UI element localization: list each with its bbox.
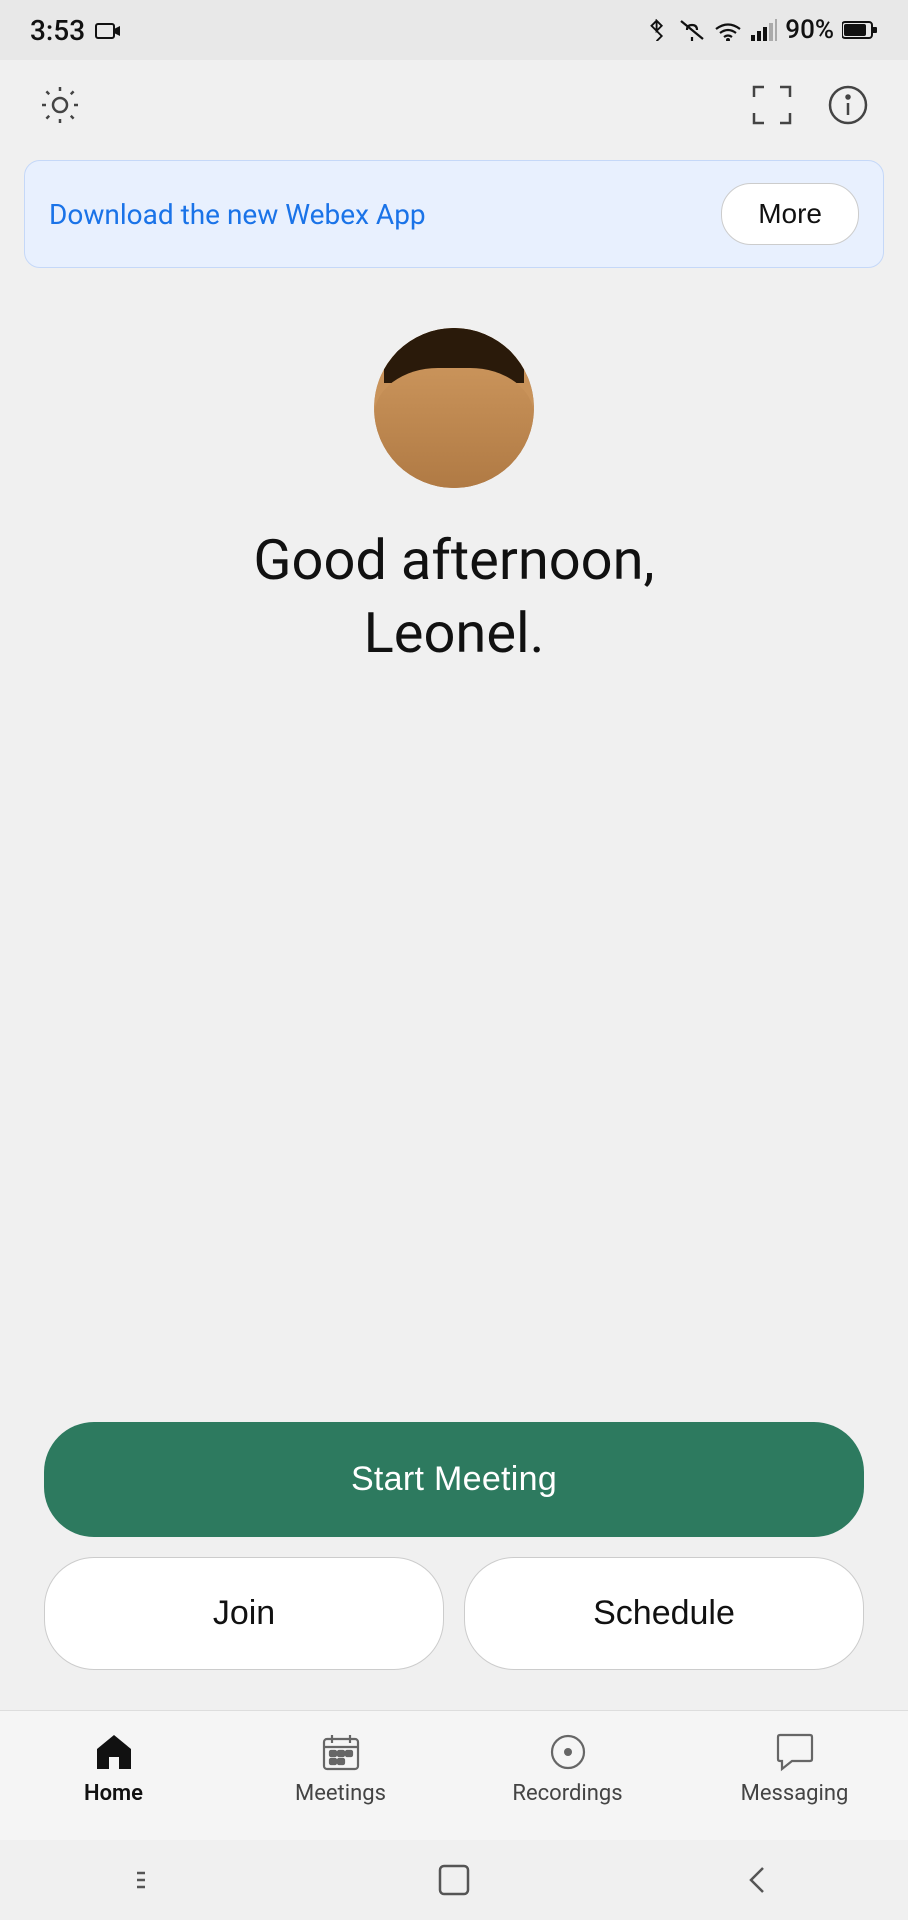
greeting: Good afternoon, Leonel. bbox=[253, 524, 654, 670]
main-content: Good afternoon, Leonel. Start Meeting Jo… bbox=[0, 288, 908, 1710]
avatar-container bbox=[374, 328, 534, 488]
greeting-line1: Good afternoon, bbox=[253, 524, 654, 597]
meetings-icon bbox=[318, 1729, 364, 1775]
status-icons-right: 90% bbox=[643, 15, 878, 45]
avatar bbox=[374, 328, 534, 488]
schedule-button[interactable]: Schedule bbox=[464, 1557, 864, 1670]
home-icon bbox=[91, 1729, 137, 1775]
avatar-face bbox=[374, 328, 534, 488]
nav-item-home[interactable]: Home bbox=[0, 1725, 227, 1810]
action-buttons: Start Meeting Join Schedule bbox=[30, 1422, 878, 1670]
home-button[interactable] bbox=[434, 1860, 474, 1900]
nav-item-recordings[interactable]: Recordings bbox=[454, 1725, 681, 1810]
banner-text: Download the new Webex App bbox=[49, 198, 426, 231]
status-time: 3:53 bbox=[30, 14, 121, 47]
back-button[interactable] bbox=[737, 1860, 777, 1900]
gear-icon bbox=[38, 83, 82, 127]
recordings-icon bbox=[545, 1729, 591, 1775]
join-button[interactable]: Join bbox=[44, 1557, 444, 1670]
nav-label-recordings: Recordings bbox=[512, 1781, 622, 1806]
mute-icon bbox=[679, 19, 705, 41]
battery-percent: 90% bbox=[785, 15, 834, 45]
nav-label-meetings: Meetings bbox=[295, 1781, 386, 1806]
scan-button[interactable] bbox=[742, 75, 802, 135]
info-icon bbox=[826, 83, 870, 127]
scan-icon bbox=[750, 83, 794, 127]
nav-label-messaging: Messaging bbox=[741, 1781, 849, 1806]
start-meeting-button[interactable]: Start Meeting bbox=[44, 1422, 864, 1537]
toolbar-right bbox=[742, 75, 878, 135]
toolbar bbox=[0, 60, 908, 150]
avatar-svg bbox=[374, 328, 534, 488]
status-bar: 3:53 90% bbox=[0, 0, 908, 60]
recent-apps-button[interactable] bbox=[131, 1863, 171, 1897]
nav-item-messaging[interactable]: Messaging bbox=[681, 1725, 908, 1810]
bluetooth-icon bbox=[643, 19, 671, 41]
time-display: 3:53 bbox=[30, 14, 85, 47]
bottom-nav: Home Meetings Recordings bbox=[0, 1710, 908, 1840]
battery-icon bbox=[842, 20, 878, 40]
camera-status-icon bbox=[95, 19, 121, 41]
info-button[interactable] bbox=[818, 75, 878, 135]
system-nav bbox=[0, 1840, 908, 1920]
greeting-line2: Leonel. bbox=[253, 597, 654, 670]
messaging-icon bbox=[772, 1729, 818, 1775]
settings-button[interactable] bbox=[30, 75, 90, 135]
more-button[interactable]: More bbox=[721, 183, 859, 245]
secondary-buttons: Join Schedule bbox=[44, 1557, 864, 1670]
nav-label-home: Home bbox=[84, 1781, 143, 1806]
wifi-icon bbox=[713, 19, 743, 41]
download-banner: Download the new Webex App More bbox=[24, 160, 884, 268]
signal-icon bbox=[751, 19, 777, 41]
nav-item-meetings[interactable]: Meetings bbox=[227, 1725, 454, 1810]
